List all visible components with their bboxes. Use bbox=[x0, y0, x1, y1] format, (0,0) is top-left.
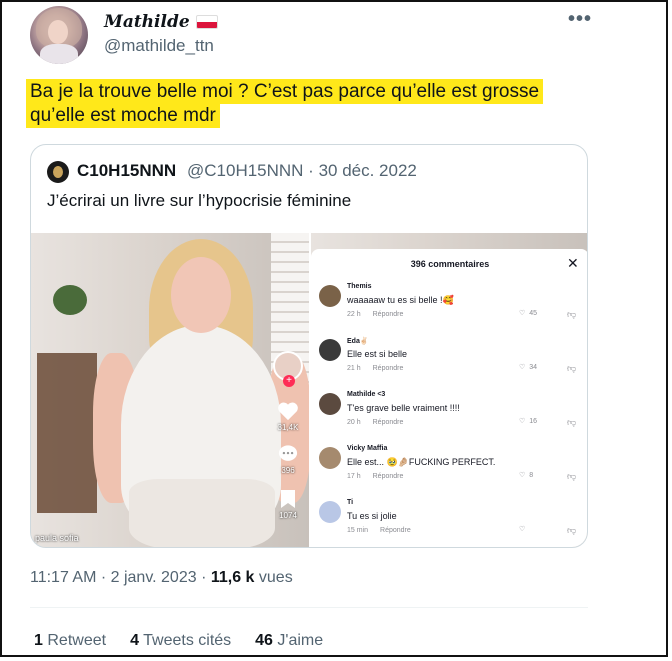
tweet-time-date[interactable]: 11:17 AM · 2 janv. 2023 · bbox=[30, 569, 211, 586]
tweet-body: Ba je la trouve belle moi ? C’est pas pa… bbox=[26, 79, 574, 128]
comment-like: ♡ 34 bbox=[519, 363, 538, 372]
comment-like: ♡ 8 bbox=[519, 471, 534, 480]
divider bbox=[30, 607, 588, 608]
comment-meta: 22 h Répondre bbox=[347, 311, 404, 318]
quoted-author-avatar[interactable] bbox=[47, 161, 69, 183]
dislike-icon: 👎︎ bbox=[567, 525, 577, 535]
quoted-handle-date: @C10H15NNN · 30 déc. 2022 bbox=[187, 161, 417, 180]
quoted-author-name[interactable]: C10H15NNN bbox=[77, 161, 176, 181]
dislike-icon: 👎︎ bbox=[567, 417, 577, 427]
video-watermark: paula sofia bbox=[35, 533, 79, 543]
author-avatar[interactable] bbox=[30, 6, 88, 64]
commenter-avatar bbox=[319, 285, 341, 307]
view-count: 11,6 k bbox=[210, 569, 255, 586]
retweets-stat[interactable]: 1 Retweet bbox=[34, 632, 106, 650]
commenter-avatar bbox=[319, 501, 341, 523]
heart-icon bbox=[278, 402, 298, 421]
commenter-name: Vicky Maffia bbox=[347, 445, 388, 452]
commenter-avatar bbox=[319, 339, 341, 361]
tweet-text-highlighted: Ba je la trouve belle moi ? C’est pas pa… bbox=[26, 79, 544, 128]
commenter-name: Mathilde <3 bbox=[347, 391, 386, 398]
author-display-name[interactable]: Mathilde bbox=[104, 12, 190, 32]
quoted-text: J’écrirai un livre sur l’hypocrisie fémi… bbox=[47, 191, 352, 210]
poland-flag-icon bbox=[195, 15, 218, 29]
creator-avatar: + bbox=[273, 351, 303, 387]
commenter-avatar bbox=[319, 393, 341, 415]
heart-outline-icon: ♡ bbox=[519, 364, 526, 371]
heart-outline-icon: ♡ bbox=[519, 310, 526, 317]
comment-item: Themis waaaaaw tu es si belle !🥰 22 h Rép… bbox=[319, 281, 581, 331]
quoted-media-comments[interactable]: 396 commentaires ✕ Themis waaaaaw tu es … bbox=[311, 233, 587, 547]
dislike-icon: 👎︎ bbox=[567, 309, 577, 319]
comment-text: T'es grave belle vraiment !!!! bbox=[347, 403, 460, 413]
tweet-stats: 1 Retweet 4 Tweets cités 46 J'aime bbox=[34, 632, 323, 650]
comment-item: Eda✌🏻 Elle est si belle 21 h Répondre ♡ 34… bbox=[319, 335, 581, 385]
quote-tweets-stat[interactable]: 4 Tweets cités bbox=[130, 632, 231, 650]
bookmark-icon bbox=[281, 490, 295, 508]
comment-text: waaaaaw tu es si belle !🥰 bbox=[347, 295, 454, 305]
comment-text: Elle est... 🥹🤌🏼FUCKING PERFECT. bbox=[347, 457, 496, 467]
heart-outline-icon: ♡ bbox=[519, 472, 526, 479]
dislike-icon: 👎︎ bbox=[567, 471, 577, 481]
comment-meta: 17 h Répondre bbox=[347, 473, 404, 480]
commenter-name: Themis bbox=[347, 283, 372, 290]
video-comments-count: 396 bbox=[281, 466, 295, 475]
quoted-media-video[interactable]: + 31,4K 396 1074 paula sofia bbox=[31, 233, 309, 547]
heart-outline-icon: ♡ bbox=[519, 418, 526, 425]
comment-like: ♡ bbox=[519, 525, 529, 533]
video-likes-count: 31,4K bbox=[277, 423, 299, 432]
commenter-avatar bbox=[319, 447, 341, 469]
comment-item: Vicky Maffia Elle est... 🥹🤌🏼FUCKING PERF… bbox=[319, 443, 581, 493]
views-label: vues bbox=[254, 569, 293, 586]
video-saves-count: 1074 bbox=[279, 511, 297, 520]
comment-meta: 15 min Répondre bbox=[347, 527, 411, 534]
tweet-timestamp[interactable]: 11:17 AM · 2 janv. 2023 · 11,6 k vues bbox=[30, 569, 293, 587]
comments-title: 396 commentaires bbox=[410, 259, 490, 269]
comment-item: Mathilde <3 T'es grave belle vraiment !!… bbox=[319, 389, 581, 439]
comment-text: Elle est si belle bbox=[347, 349, 408, 359]
likes-stat[interactable]: 46 J'aime bbox=[255, 632, 323, 650]
comment-like: ♡ 45 bbox=[519, 309, 538, 318]
quoted-tweet[interactable]: C10H15NNN @C10H15NNN · 30 déc. 2022 J’éc… bbox=[30, 144, 588, 548]
author-handle[interactable]: @mathilde_ttn bbox=[104, 36, 214, 56]
video-side-actions: + 31,4K 396 1074 bbox=[273, 351, 303, 520]
comments-panel: 396 commentaires ✕ Themis waaaaaw tu es … bbox=[311, 249, 587, 547]
comment-bubble-icon bbox=[278, 445, 298, 461]
close-icon: ✕ bbox=[567, 255, 579, 271]
comment-meta: 21 h Répondre bbox=[347, 365, 404, 372]
comment-item: Ti Tu es si jolie 15 min Répondre ♡ 👎︎ bbox=[319, 497, 581, 547]
heart-outline-icon: ♡ bbox=[519, 526, 526, 533]
comment-text: Tu es si jolie bbox=[347, 511, 397, 521]
commenter-name: Eda✌🏻 bbox=[347, 338, 369, 345]
commenter-name: Ti bbox=[347, 499, 354, 506]
comment-meta: 20 h Répondre bbox=[347, 419, 404, 426]
comment-like: ♡ 16 bbox=[519, 417, 538, 426]
author-name-row[interactable]: Mathilde bbox=[104, 12, 218, 32]
dislike-icon: 👎︎ bbox=[567, 363, 577, 373]
more-options-icon[interactable]: ••• bbox=[568, 8, 592, 31]
